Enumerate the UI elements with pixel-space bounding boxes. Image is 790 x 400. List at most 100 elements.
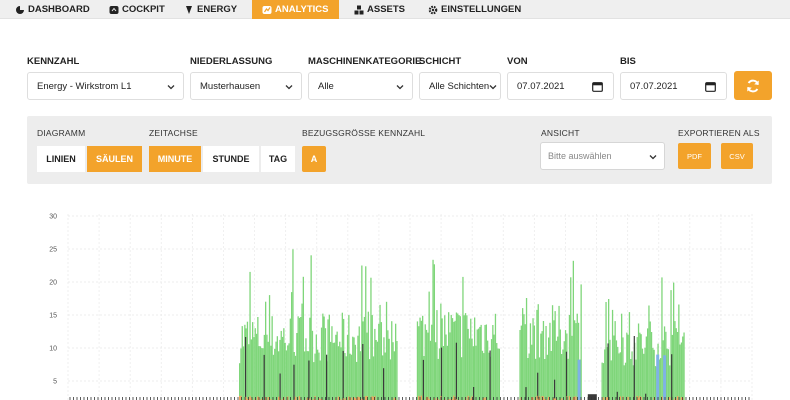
niederlassung-select[interactable]: Musterhausen [190, 72, 302, 100]
export-pdf-button[interactable]: PDF [678, 143, 711, 169]
y-tick-label: 10 [49, 346, 57, 353]
zeitachse-option-minute[interactable]: MINUTE [149, 146, 201, 172]
y-tick-label: 5 [53, 379, 57, 386]
bar-green [669, 365, 671, 400]
bar-green [605, 302, 607, 400]
bar-green [374, 328, 376, 400]
bar-green [425, 329, 428, 400]
bar-green [519, 330, 521, 400]
export-label: EXPORTIEREN ALS [678, 128, 760, 138]
kennzahl-select[interactable]: Energy - Wirkstrom L1 [27, 72, 184, 100]
refresh-button[interactable] [734, 71, 772, 100]
bar-green [393, 351, 395, 400]
bar-green [332, 342, 334, 400]
bar-green [438, 348, 441, 400]
bar-green [463, 315, 465, 400]
nav-label: ENERGY [197, 4, 238, 15]
bar-orange [536, 395, 538, 400]
zeitachse-option-tag[interactable]: TAG [261, 146, 295, 172]
bar-green [492, 325, 494, 400]
bar-green [376, 341, 379, 400]
nav-item-einstellungen[interactable]: EINSTELLUNGEN [428, 0, 521, 19]
bis-date-input[interactable]: 07.07.2021 [620, 72, 727, 100]
bar-green [459, 316, 461, 400]
schicht-select[interactable]: Alle Schichten [419, 72, 501, 100]
bar-green [661, 277, 663, 400]
nav-item-assets[interactable]: ASSETS [354, 0, 405, 19]
bar-green [493, 334, 495, 400]
bar-green [352, 336, 354, 400]
bar-dark [293, 364, 295, 400]
bis-label: BIS [620, 56, 636, 67]
diagramm-option-saeulen[interactable]: SÄULEN [87, 146, 142, 172]
maschinenkategorie-select[interactable]: Alle [308, 72, 413, 100]
bar-green [457, 313, 459, 400]
bar-green [275, 341, 277, 400]
bar-green [391, 321, 393, 400]
bar-green [532, 318, 534, 400]
bar-green [265, 301, 267, 400]
bar-green [630, 359, 632, 400]
bar-green [618, 353, 620, 400]
bar-orange [337, 396, 340, 400]
bar-green [488, 352, 490, 400]
chevron-down-icon [489, 85, 497, 90]
bar-green [336, 331, 338, 400]
ansicht-select[interactable]: Bitte auswählen [540, 142, 665, 170]
bar-green [520, 325, 522, 400]
bar-green [359, 351, 362, 400]
bar-green [436, 310, 438, 400]
bar-green [385, 301, 388, 400]
bar-green [481, 350, 484, 400]
bar-green [249, 271, 251, 400]
ansicht-placeholder: Bitte auswählen [548, 151, 612, 161]
bar-orange [676, 396, 679, 400]
nav-item-analytics[interactable]: ANALYTICS [252, 0, 339, 19]
bar-green [648, 305, 650, 400]
zeitachse-option-stunde[interactable]: STUNDE [203, 146, 259, 172]
bar-green [330, 341, 332, 400]
bar-green [615, 340, 618, 400]
bar-green [542, 321, 545, 400]
bar-green [557, 336, 559, 400]
bar-green [561, 354, 563, 400]
nav-item-dashboard[interactable]: DASHBOARD [15, 0, 90, 19]
bar-green [680, 342, 683, 400]
bar-green [523, 314, 525, 400]
export-csv-button[interactable]: CSV [721, 143, 753, 169]
calendar-icon[interactable] [592, 81, 603, 92]
calendar-icon[interactable] [705, 81, 716, 92]
maschinenkategorie-value: Alle [318, 80, 334, 92]
bar-green [477, 328, 480, 400]
bar-green [345, 356, 347, 400]
bar-dark [440, 347, 443, 400]
bar-green [396, 341, 398, 400]
chevron-down-icon [396, 85, 404, 90]
bar-green [266, 334, 268, 400]
bezugsgroesse-button[interactable]: A [302, 146, 326, 172]
bar-dark [633, 336, 635, 400]
bar-green [437, 358, 439, 400]
bar-green [545, 326, 547, 400]
diagramm-option-linien[interactable]: LINIEN [37, 146, 85, 172]
bar-green [357, 335, 359, 400]
bar-green [614, 321, 616, 400]
nav-item-energy[interactable]: ENERGY [184, 0, 237, 19]
bar-dark [308, 360, 310, 400]
bar-green [274, 348, 276, 400]
bar-green [527, 358, 529, 400]
bar-green [323, 316, 325, 400]
bar-green [535, 358, 537, 400]
refresh-icon [747, 79, 759, 92]
bar-green [246, 321, 249, 400]
bar-green [358, 326, 360, 400]
bar-green [533, 325, 535, 400]
bar-green [363, 316, 366, 400]
bar-green [449, 332, 451, 400]
von-date-input[interactable]: 07.07.2021 [507, 72, 614, 100]
bar-dark [554, 379, 556, 400]
nav-item-cockpit[interactable]: COCKPIT [109, 0, 165, 19]
bar-green [551, 305, 554, 400]
bar-green [313, 362, 315, 400]
bar-green [674, 321, 676, 400]
